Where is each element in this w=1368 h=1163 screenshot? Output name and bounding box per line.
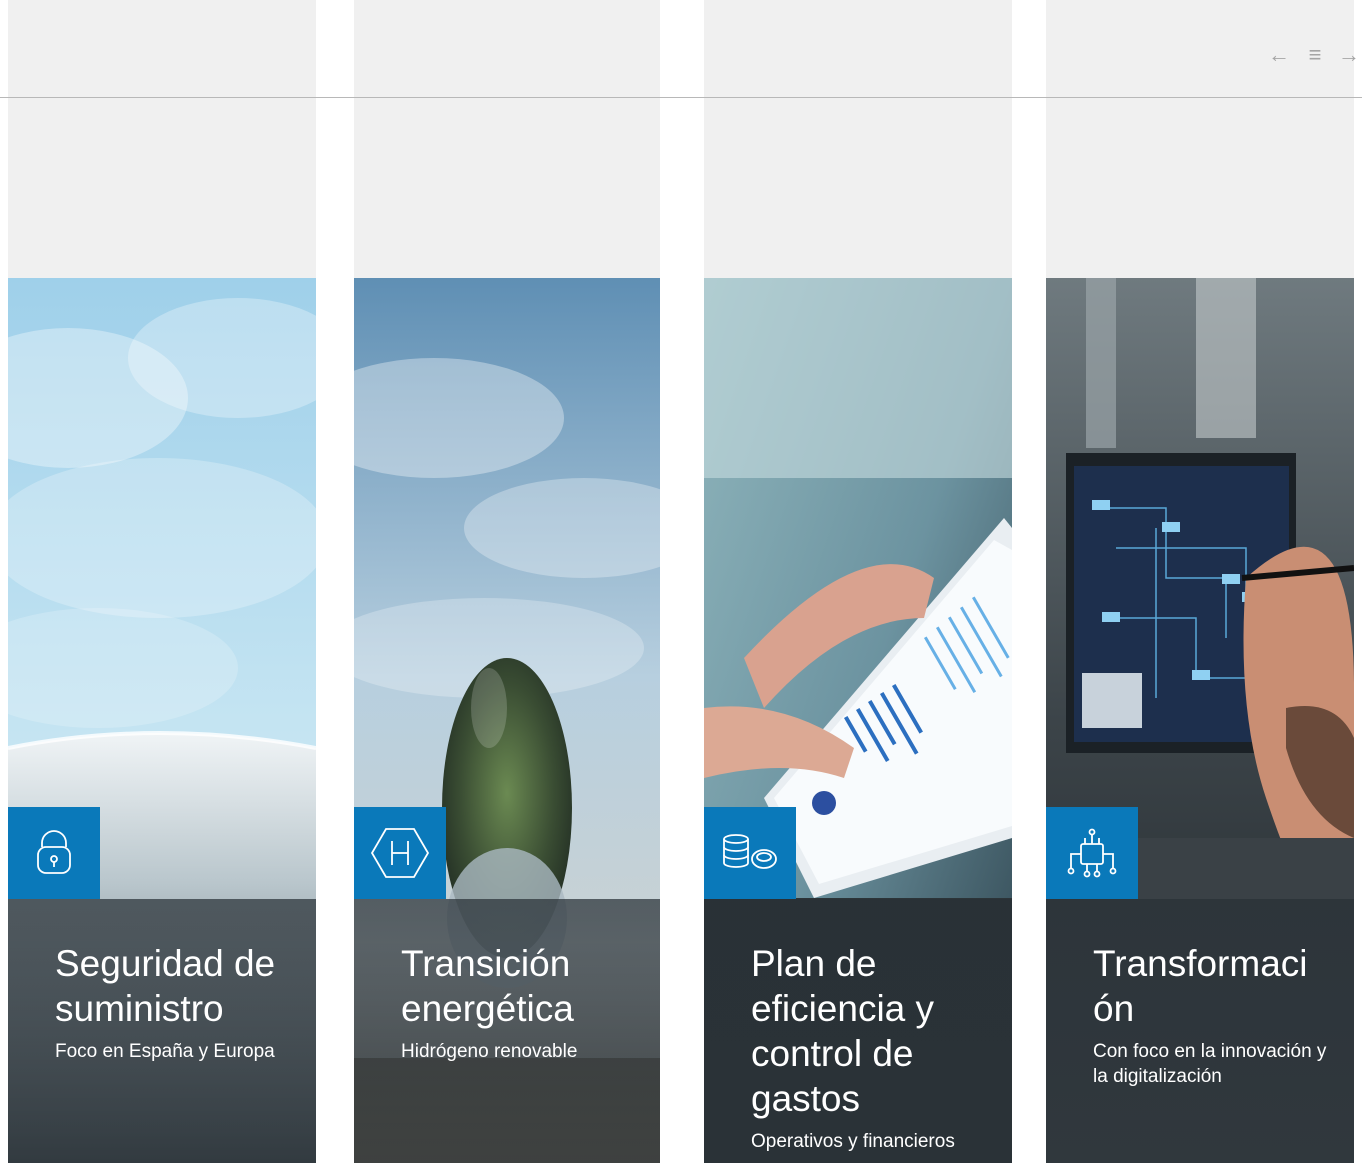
card-text-panel: Seguridad de suministro Foco en España y… bbox=[8, 899, 316, 1163]
card-text-panel: Plan de eficiencia y control de gastos O… bbox=[704, 899, 1012, 1163]
card-top-panel bbox=[8, 0, 316, 278]
circuit-hand-icon bbox=[1067, 828, 1117, 878]
card-text-panel: Transición energética Hidrógeno renovabl… bbox=[354, 899, 660, 1163]
card-title: Plan de eficiencia y control de gastos bbox=[751, 943, 935, 1119]
hydrogen-icon bbox=[370, 828, 430, 878]
card-transicion[interactable]: Transición energética Hidrógeno renovabl… bbox=[354, 0, 660, 1163]
card-title: Transformación bbox=[1093, 943, 1308, 1029]
next-arrow-icon[interactable]: → bbox=[1336, 40, 1362, 70]
card-seguridad[interactable]: Seguridad de suministro Foco en España y… bbox=[8, 0, 316, 1163]
card-text-panel: Transformación Con foco en la innovación… bbox=[1046, 899, 1354, 1163]
card-top-panel bbox=[354, 0, 660, 278]
lock-icon-box bbox=[8, 807, 100, 899]
coins-icon-box bbox=[704, 807, 796, 899]
card-title: Transición energética bbox=[401, 943, 574, 1029]
circuit-hand-icon-box bbox=[1046, 807, 1138, 899]
card-subtitle: Con foco en la innovación y la digitaliz… bbox=[1093, 1041, 1327, 1087]
prev-arrow-icon[interactable]: ← bbox=[1266, 40, 1292, 70]
card-top-panel bbox=[704, 0, 1012, 278]
lock-icon bbox=[37, 830, 71, 874]
coins-icon bbox=[723, 834, 777, 869]
card-transformacion[interactable]: Transformación Con foco en la innovación… bbox=[1046, 0, 1354, 1163]
hydrogen-icon-box bbox=[354, 807, 446, 899]
menu-icon[interactable]: ≡ bbox=[1302, 40, 1328, 70]
card-subtitle: Operativos y financieros bbox=[751, 1131, 955, 1152]
card-subtitle: Foco en España y Europa bbox=[55, 1041, 275, 1062]
card-eficiencia[interactable]: Plan de eficiencia y control de gastos O… bbox=[704, 0, 1012, 1163]
card-subtitle: Hidrógeno renovable bbox=[401, 1041, 578, 1062]
header-divider bbox=[0, 97, 1362, 98]
card-title: Seguridad de suministro bbox=[55, 943, 276, 1029]
